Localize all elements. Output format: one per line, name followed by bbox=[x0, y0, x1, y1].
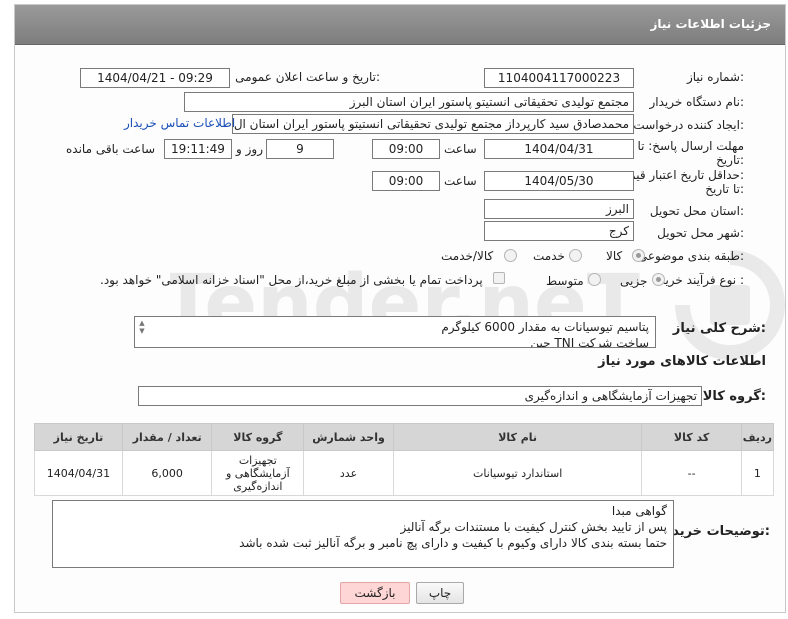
category-option-both: کالا/خدمت bbox=[441, 249, 494, 263]
buyer-field: مجتمع تولیدی تحقیقاتی انستیتو پاستور ایر… bbox=[184, 92, 634, 112]
min-price-label: حداقل تاریخ اعتبار قیمت: bbox=[617, 168, 744, 182]
textarea-scroll-icon[interactable]: ▲ ▼ bbox=[137, 319, 147, 335]
goods-table: ردیف کد کالا نام کالا واحد شمارش گروه کا… bbox=[34, 423, 775, 496]
description-label: شرح کلی نیاز: bbox=[672, 321, 766, 336]
description-line-2: ساخت شرکت TNJ چین bbox=[530, 336, 649, 348]
min-price-date-field: 1404/05/30 bbox=[484, 171, 634, 191]
category-radio-service[interactable] bbox=[569, 249, 582, 262]
remaining-time-field: 19:11:49 bbox=[164, 139, 232, 159]
buyer-notes-textarea[interactable]: گواهی مبدا پس از تایید بخش کنترل کیفیت ب… bbox=[52, 500, 674, 568]
remaining-label: ساعت باقی مانده bbox=[66, 142, 156, 156]
goods-group-field: تجهیزات آزمایشگاهی و اندازه‌گیری bbox=[138, 386, 702, 406]
min-price-time-label: ساعت bbox=[444, 174, 477, 188]
process-radio-medium[interactable] bbox=[588, 273, 601, 286]
print-button[interactable]: چاپ bbox=[416, 582, 464, 604]
category-option-goods: کالا bbox=[606, 249, 623, 263]
cell-unit: عدد bbox=[303, 450, 394, 496]
deadline-time-field: 09:00 bbox=[372, 139, 440, 159]
payment-note: پرداخت تمام یا بخشی از مبلغ خرید،از محل … bbox=[100, 273, 483, 287]
announce-field: 1404/04/21 - 09:29 bbox=[80, 68, 230, 88]
process-option-minor: جزیی bbox=[620, 274, 648, 288]
description-textarea[interactable]: پتاسیم تیوسیانات به مقدار 6000 کیلوگرم س… bbox=[134, 316, 656, 348]
cell-qty: 6,000 bbox=[121, 450, 213, 496]
process-option-medium: متوسط bbox=[546, 274, 584, 288]
category-radio-both[interactable] bbox=[504, 249, 517, 262]
province-label: استان محل تحویل: bbox=[649, 204, 744, 218]
min-price-label-date: تا تاریخ: bbox=[705, 182, 744, 196]
category-label: طبقه بندی موضوعی: bbox=[637, 249, 744, 263]
city-label: شهر محل تحویل: bbox=[657, 226, 744, 240]
buyer-notes-label: توضیحات خریدار: bbox=[660, 524, 770, 539]
deadline-date-field: 1404/04/31 bbox=[484, 139, 634, 159]
col-name-header: نام کالا bbox=[392, 423, 643, 451]
city-field: کرج bbox=[484, 221, 634, 241]
cell-group: تجهیزات آزمایشگاهی و اندازه‌گیری bbox=[211, 450, 305, 496]
buyer-notes-line-3: حتما بسته بندی کالا دارای وکیوم با کیفیت… bbox=[239, 536, 667, 550]
creator-field: محمدصادق سید کارپرداز مجتمع تولیدی تحقیق… bbox=[232, 114, 634, 134]
buyer-notes-line-1: گواهی مبدا bbox=[611, 504, 667, 518]
deadline-time-label: ساعت bbox=[444, 142, 477, 156]
cell-name: استاندارد تیوسیانات bbox=[392, 450, 643, 496]
buyer-contact-link[interactable]: اطلاعات تماس خریدار bbox=[124, 116, 235, 130]
buyer-label: نام دستگاه خریدار: bbox=[649, 95, 745, 109]
cell-date: 1404/04/31 bbox=[34, 450, 123, 496]
page-title: جزئیات اطلاعات نیاز bbox=[650, 17, 771, 31]
days-label: روز و bbox=[236, 142, 263, 156]
description-line-1: پتاسیم تیوسیانات به مقدار 6000 کیلوگرم bbox=[441, 320, 649, 334]
need-number-field: 1104004117000223 bbox=[484, 68, 634, 88]
goods-group-label: گروه کالا: bbox=[702, 389, 766, 404]
announce-label: تاریخ و ساعت اعلان عمومی: bbox=[235, 70, 380, 84]
creator-label: ایجاد کننده درخواست: bbox=[633, 118, 744, 132]
process-label: نوع فرآیند خرید : bbox=[659, 273, 744, 287]
col-row-header: ردیف bbox=[740, 423, 775, 451]
col-unit-header: واحد شمارش bbox=[303, 423, 394, 451]
col-qty-header: تعداد / مقدار bbox=[121, 423, 213, 451]
col-date-header: تاریخ نیاز bbox=[34, 423, 123, 451]
need-number-label: شماره نیاز: bbox=[686, 70, 744, 84]
goods-info-title: اطلاعات کالاهای مورد نیاز bbox=[598, 354, 766, 369]
panel-header: جزئیات اطلاعات نیاز bbox=[15, 5, 785, 45]
table-row[interactable]: 1 -- استاندارد تیوسیانات عدد تجهیزات آزم… bbox=[34, 450, 775, 496]
table-header-row: ردیف کد کالا نام کالا واحد شمارش گروه کا… bbox=[34, 423, 775, 451]
buyer-notes-line-2: پس از تایید بخش کنترل کیفیت با مستندات ب… bbox=[400, 520, 667, 534]
cell-code: -- bbox=[641, 450, 742, 496]
treasury-payment-checkbox[interactable] bbox=[493, 272, 505, 284]
col-code-header: کد کالا bbox=[641, 423, 742, 451]
min-price-time-field: 09:00 bbox=[372, 171, 440, 191]
process-radio-minor[interactable] bbox=[652, 273, 665, 286]
col-group-header: گروه کالا bbox=[211, 423, 305, 451]
province-field: البرز bbox=[484, 199, 634, 219]
category-option-service: خدمت bbox=[533, 249, 565, 263]
back-button[interactable]: بازگشت bbox=[340, 582, 410, 604]
category-radio-goods[interactable] bbox=[632, 249, 645, 262]
deadline-label-date: تاریخ: bbox=[716, 153, 744, 167]
days-field: 9 bbox=[266, 139, 334, 159]
cell-row: 1 bbox=[740, 450, 775, 496]
deadline-label: مهلت ارسال پاسخ: تا bbox=[637, 139, 744, 153]
